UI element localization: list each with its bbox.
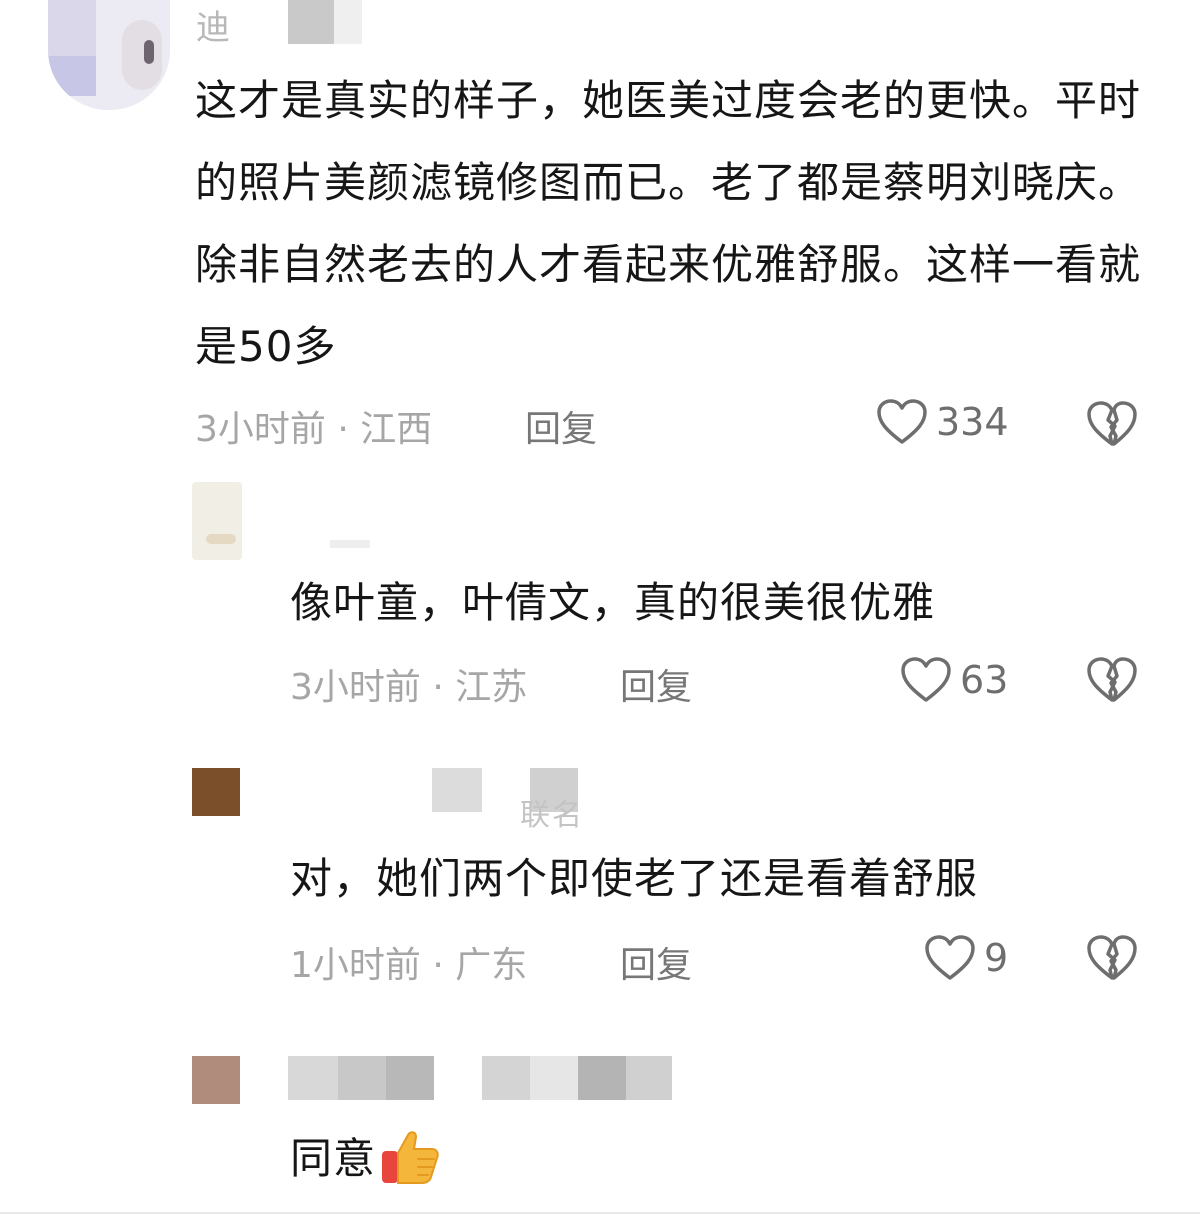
time-location: 3小时前 · 江苏 [290,667,528,708]
heart-outline-icon [900,656,952,704]
username[interactable]: 迪 [196,0,232,49]
reply-button[interactable]: 回复 [620,658,692,710]
comment-text: 像叶童，叶倩文，真的很美很优雅 [290,578,936,627]
reply-button[interactable]: 回复 [525,400,597,452]
divider [0,1212,1200,1214]
avatar[interactable] [192,1056,240,1104]
username[interactable]: 联名 [520,790,584,834]
comment-text: 这才是真实的样子，她医美过度会老的更快。平时的照片美颜滤镜修图而已。老了都是蔡明… [195,76,1142,371]
like-count: 9 [984,936,1009,980]
reply-button[interactable]: 回复 [620,936,692,988]
avatar[interactable] [48,0,170,110]
like-button[interactable]: 334 [876,398,1009,446]
like-count: 334 [936,400,1009,444]
time-location: 3小时前 · 江西 [195,409,433,450]
avatar[interactable] [192,482,242,560]
username-mosaic [288,0,362,44]
like-button[interactable]: 9 [924,934,1008,982]
heart-outline-icon [924,934,976,982]
broken-heart-icon [1086,934,1138,982]
heart-outline-icon [876,398,928,446]
dislike-button[interactable] [1086,400,1138,448]
time-location: 1小时前 · 广东 [290,945,528,986]
comment-text: 同意 [290,1134,377,1183]
dislike-button[interactable] [1086,656,1138,704]
username-mosaic [288,1056,672,1100]
like-button[interactable]: 63 [900,656,1008,704]
comment-text: 对，她们两个即使老了还是看着舒服 [290,854,979,903]
broken-heart-icon [1086,656,1138,704]
dislike-button[interactable] [1086,934,1138,982]
username-mosaic [330,540,370,548]
broken-heart-icon [1086,400,1138,448]
avatar[interactable] [192,768,240,816]
thumbs-up-emoji-icon [378,1125,442,1193]
like-count: 63 [960,658,1009,702]
comment-text-row: 同意 [290,1118,442,1200]
